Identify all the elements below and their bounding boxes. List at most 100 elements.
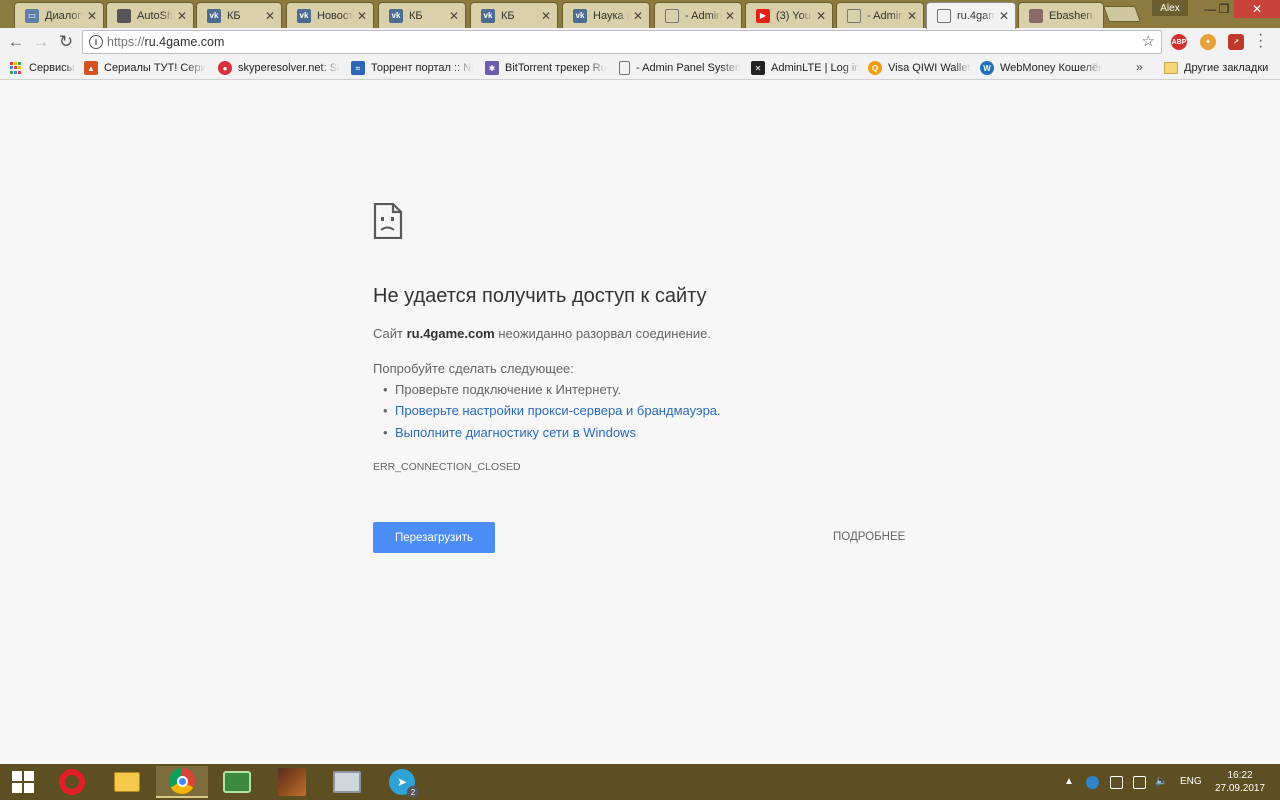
- url-text[interactable]: https://ru.4game.com: [107, 35, 224, 49]
- back-arrow-icon[interactable]: ←: [6, 32, 26, 52]
- start-button[interactable]: [0, 766, 46, 798]
- taskbar-money-app[interactable]: [211, 766, 263, 798]
- folder-icon: [114, 772, 140, 792]
- skype-tray-icon[interactable]: [1086, 776, 1099, 789]
- bookmark-serials[interactable]: ▲ Сериалы ТУТ! Сериа: [84, 60, 206, 76]
- opera-icon: [59, 769, 85, 795]
- folder-icon: [1164, 62, 1178, 74]
- taskbar-game-app[interactable]: [266, 766, 318, 798]
- address-bar[interactable]: i https://ru.4game.com ☆: [82, 30, 1162, 54]
- taskbar-file-explorer[interactable]: [101, 766, 153, 798]
- info-icon[interactable]: i: [89, 35, 103, 49]
- tab-title: Ebashen: [1049, 9, 1093, 22]
- error-page: Не удается получить доступ к сайту Сайт …: [0, 81, 1280, 764]
- bookmarks-bar: Сервисы ▲ Сериалы ТУТ! Сериа ● skypereso…: [0, 56, 1280, 80]
- profile-button[interactable]: Alex: [1152, 0, 1188, 16]
- taskbar-computer-app[interactable]: [321, 766, 373, 798]
- page-icon: [619, 61, 630, 75]
- tab-news[interactable]: vk Новости ✕: [286, 2, 374, 28]
- tab-title: ru.4game: [957, 10, 995, 22]
- suggestions-heading: Попробуйте сделать следующее:: [373, 361, 574, 376]
- chart-extension-icon[interactable]: ↗: [1228, 34, 1244, 50]
- tab-strip: ▭ Диалоги ✕ AutoShop ✕ vk КБ ✕ vk Новост…: [0, 0, 1280, 29]
- page-icon: [665, 8, 679, 23]
- menu-icon[interactable]: · · ·: [1258, 27, 1263, 55]
- bookmarks-overflow-chevron-icon[interactable]: »: [1136, 60, 1143, 74]
- tab-autoshop[interactable]: AutoShop ✕: [106, 2, 194, 28]
- fire-extension-icon[interactable]: ✦: [1200, 34, 1216, 50]
- tab-kb-1[interactable]: vk КБ ✕: [196, 2, 282, 28]
- tab-kb-2[interactable]: vk КБ ✕: [378, 2, 466, 28]
- reload-icon[interactable]: ↻: [56, 32, 76, 52]
- taskbar-opera[interactable]: [46, 766, 98, 798]
- network-tray-icon[interactable]: [1133, 776, 1146, 789]
- tab-close-icon[interactable]: ✕: [999, 9, 1009, 23]
- flag-tray-icon[interactable]: [1110, 776, 1123, 789]
- forward-arrow-icon[interactable]: →: [31, 32, 51, 52]
- suggestion-check-connection: Проверьте подключение к Интернету.: [383, 382, 621, 397]
- taskbar-telegram[interactable]: ➤ 2: [376, 766, 428, 798]
- volume-icon[interactable]: 🔈: [1155, 776, 1167, 787]
- tab-ebashen[interactable]: Ebashen: [1018, 2, 1104, 28]
- taskbar: ➤ 2 ▲ 🔈 ENG 16:22 27.09.2017: [0, 764, 1280, 800]
- error-host: ru.4game.com: [406, 326, 495, 341]
- tab-title: Наука и: [593, 9, 629, 22]
- suggestion-proxy-firewall-link[interactable]: Проверьте настройки прокси-сервера и бра…: [383, 403, 721, 418]
- vk-icon: vk: [481, 8, 495, 23]
- tab-close-icon[interactable]: ✕: [265, 9, 275, 23]
- torrent-portal-icon: ≈: [351, 61, 365, 75]
- qiwi-icon: Q: [868, 61, 882, 75]
- skyperesolver-icon: ●: [218, 61, 232, 75]
- clock[interactable]: 16:22 27.09.2017: [1210, 769, 1270, 795]
- tab-dialogs[interactable]: ▭ Диалоги ✕: [14, 2, 104, 28]
- close-window-button[interactable]: ✕: [1234, 0, 1280, 18]
- adminlte-icon: ✕: [751, 61, 765, 75]
- tab-close-icon[interactable]: ✕: [633, 9, 643, 23]
- tab-close-icon[interactable]: ✕: [87, 9, 97, 23]
- bookmark-qiwi[interactable]: Q Visa QIWI Wallet: [868, 60, 972, 76]
- tab-close-icon[interactable]: ✕: [357, 9, 367, 23]
- apps-grid-icon: [9, 61, 23, 75]
- tab-admin-1[interactable]: - Admin ✕: [654, 2, 742, 28]
- tab-close-icon[interactable]: ✕: [725, 9, 735, 23]
- chrome-icon: [169, 768, 195, 794]
- bookmark-torrent-portal[interactable]: ≈ Торрент портал :: NN: [351, 60, 473, 76]
- taskbar-chrome[interactable]: [156, 766, 208, 798]
- new-tab-button[interactable]: [1103, 6, 1141, 22]
- tray-chevron-up-icon[interactable]: ▲: [1064, 776, 1074, 787]
- bookmark-bittorrent-tracker[interactable]: ✱ BitTorrent трекер Ru: [485, 60, 607, 76]
- page-icon: [937, 9, 951, 23]
- bookmark-admin-panel[interactable]: - Admin Panel System: [619, 60, 741, 76]
- tab-close-icon[interactable]: ✕: [449, 9, 459, 23]
- tab-ru4game[interactable]: ru.4game ✕: [926, 2, 1016, 29]
- tab-title: КБ: [227, 9, 241, 22]
- reload-button[interactable]: Перезагрузить: [373, 522, 495, 553]
- bookmark-star-icon[interactable]: ☆: [1142, 32, 1155, 50]
- suggestion-network-diagnostics-link[interactable]: Выполните диагностику сети в Windows: [383, 425, 636, 440]
- tab-close-icon[interactable]: ✕: [907, 9, 917, 23]
- error-description: Сайт ru.4game.com неожиданно разорвал со…: [373, 326, 711, 341]
- bookmark-adminlte[interactable]: ✕ AdminLTE | Log in: [751, 60, 861, 76]
- bookmark-apps[interactable]: Сервисы: [9, 60, 75, 76]
- autoshop-icon: [117, 8, 131, 23]
- tab-close-icon[interactable]: ✕: [541, 9, 551, 23]
- tab-close-icon[interactable]: ✕: [816, 9, 826, 23]
- tab-title: Новости: [317, 9, 353, 22]
- vk-icon: vk: [207, 8, 221, 23]
- tab-youtube[interactable]: ▶ (3) YouTube ✕: [745, 2, 833, 28]
- tab-science[interactable]: vk Наука и ✕: [562, 2, 650, 28]
- tab-kb-3[interactable]: vk КБ ✕: [470, 2, 558, 28]
- chat-icon: ▭: [25, 8, 39, 23]
- tab-title: AutoShop: [137, 9, 173, 22]
- tab-admin-2[interactable]: - Admin ✕: [836, 2, 924, 28]
- bookmark-webmoney[interactable]: W WebMoney Кошелёк: [980, 60, 1104, 76]
- bookmark-other-folder[interactable]: Другие закладки: [1164, 60, 1268, 76]
- adblock-icon[interactable]: ABP: [1171, 34, 1187, 50]
- details-button[interactable]: ПОДРОБНЕЕ: [833, 531, 905, 543]
- tab-close-icon[interactable]: ✕: [177, 9, 187, 23]
- language-indicator[interactable]: ENG: [1180, 776, 1202, 787]
- image-icon: [1029, 8, 1043, 23]
- youtube-icon: ▶: [756, 8, 770, 23]
- tab-title: КБ: [501, 9, 515, 22]
- bookmark-skyperesolver[interactable]: ● skyperesolver.net: Sky: [218, 60, 340, 76]
